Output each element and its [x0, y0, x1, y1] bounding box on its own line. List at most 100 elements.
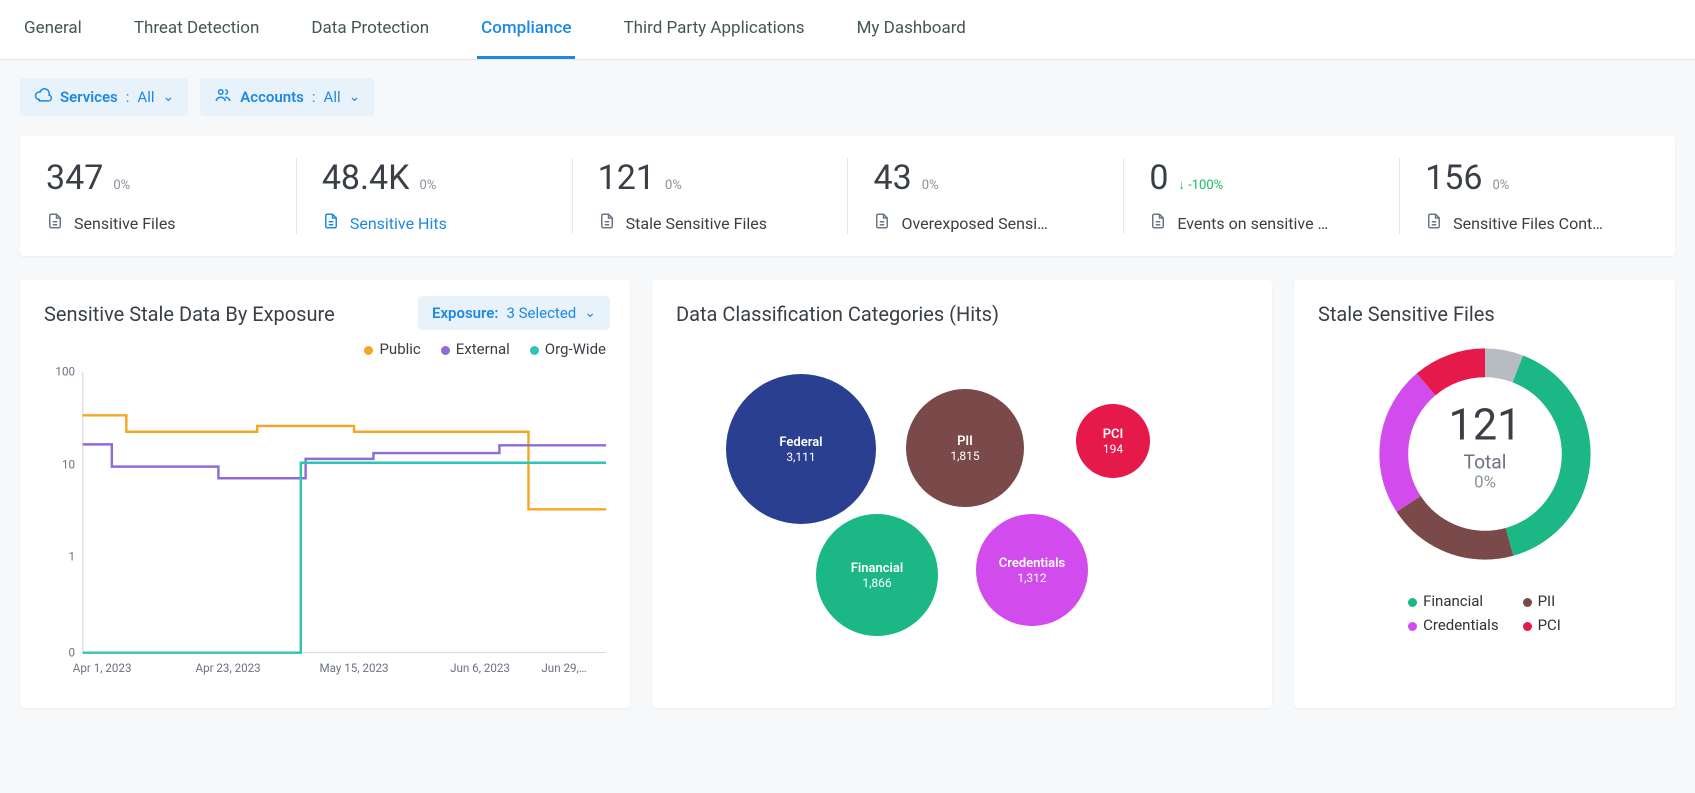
file-icon	[598, 212, 616, 234]
svg-text:10: 10	[62, 458, 75, 472]
selector-value: 3 Selected	[506, 304, 576, 322]
legend-item[interactable]: External	[441, 340, 510, 358]
bubble-name: PCI	[1103, 427, 1124, 442]
kpi-value: 156	[1425, 158, 1482, 198]
bubble-name: PII	[957, 434, 973, 449]
kpi-value: 43	[873, 158, 911, 198]
top-tabs: General Threat Detection Data Protection Co…	[0, 0, 1695, 60]
kpi-label: Sensitive Files	[74, 214, 176, 233]
file-icon	[1149, 212, 1167, 234]
filter-value: All	[137, 88, 154, 106]
bubble-value: 1,312	[1017, 571, 1046, 585]
bubble-name: Credentials	[999, 556, 1065, 571]
kpi-delta: 0%	[1492, 178, 1509, 193]
svg-text:1: 1	[68, 550, 75, 564]
donut-chart[interactable]: 121 Total 0%	[1365, 334, 1605, 574]
svg-text:0: 0	[68, 646, 75, 660]
users-icon	[214, 86, 232, 108]
kpi-label: Stale Sensitive Files	[626, 214, 767, 233]
kpi-delta: 0%	[113, 178, 130, 193]
svg-text:Jun 6, 2023: Jun 6, 2023	[450, 661, 510, 675]
file-icon	[873, 212, 891, 234]
bubble-value: 3,111	[786, 450, 815, 464]
svg-text:100: 100	[55, 365, 75, 379]
kpi-delta: ↓ -100%	[1178, 177, 1223, 193]
line-chart[interactable]: 100 10 1 0 Apr 1, 2023 Apr 23, 2023 May 15…	[44, 362, 606, 682]
filter-label: Accounts	[240, 88, 304, 106]
kpi-card[interactable]: 43 0% Overexposed Sensi…	[847, 136, 1123, 256]
bubble-name: Federal	[779, 435, 822, 450]
bubble-value: 1,866	[862, 576, 891, 590]
kpi-delta: 0%	[665, 178, 682, 193]
card-title: Stale Sensitive Files	[1318, 302, 1651, 326]
legend-dot-icon	[530, 346, 539, 355]
file-icon	[46, 212, 64, 234]
tab-compliance[interactable]: Compliance	[477, 0, 575, 59]
tab-my-dashboard[interactable]: My Dashboard	[853, 0, 970, 59]
kpi-value: 347	[46, 158, 103, 198]
kpi-card[interactable]: 121 0% Stale Sensitive Files	[572, 136, 848, 256]
kpi-delta: 0%	[922, 178, 939, 193]
bubble-pci[interactable]: PCI194	[1076, 404, 1150, 478]
selector-label: Exposure:	[432, 304, 498, 322]
bubble-credentials[interactable]: Credentials1,312	[976, 514, 1088, 626]
cloud-icon	[34, 86, 52, 108]
kpi-card[interactable]: 156 0% Sensitive Files Cont…	[1399, 136, 1675, 256]
donut-label: Total	[1413, 452, 1557, 474]
exposure-selector[interactable]: Exposure: 3 Selected ⌄	[418, 296, 610, 330]
card-title: Data Classification Categories (Hits)	[676, 302, 1248, 326]
legend-dot-icon	[1408, 622, 1417, 631]
services-filter[interactable]: Services: All ⌄	[20, 78, 188, 116]
kpi-label: Sensitive Hits	[350, 214, 447, 233]
kpi-card[interactable]: 0 ↓ -100% Events on sensitive …	[1123, 136, 1399, 256]
bubble-value: 194	[1103, 442, 1123, 456]
donut-card: Stale Sensitive Files 121 Total 0%	[1294, 280, 1675, 708]
kpi-value: 121	[598, 158, 655, 198]
file-icon	[322, 212, 340, 234]
legend-item[interactable]: Public	[364, 340, 420, 358]
svg-text:Apr 1, 2023: Apr 1, 2023	[73, 661, 132, 675]
bubble-name: Financial	[851, 561, 904, 576]
accounts-filter[interactable]: Accounts: All ⌄	[200, 78, 374, 116]
filter-bar: Services: All ⌄ Accounts: All ⌄	[0, 60, 1695, 124]
filter-value: All	[324, 88, 341, 106]
legend-dot-icon	[1523, 598, 1532, 607]
legend-item[interactable]: Credentials	[1408, 616, 1498, 634]
tab-third-party-applications[interactable]: Third Party Applications	[619, 0, 808, 59]
chart-legend: Public External Org-Wide	[44, 340, 606, 358]
kpi-value: 0	[1149, 158, 1168, 198]
svg-text:Apr 23, 2023: Apr 23, 2023	[195, 661, 260, 675]
donut-value: 121	[1413, 401, 1557, 451]
kpi-row: 3470%Sensitive Files48.4K0%Sensitive Hit…	[20, 136, 1675, 256]
legend-item[interactable]: Financial	[1408, 592, 1498, 610]
kpi-label: Events on sensitive …	[1177, 214, 1328, 233]
kpi-value: 48.4K	[322, 158, 410, 198]
kpi-card[interactable]: 48.4K0%Sensitive Hits	[296, 136, 572, 256]
bubble-federal[interactable]: Federal3,111	[726, 374, 876, 524]
bubble-card: Data Classification Categories (Hits) Fe…	[652, 280, 1272, 708]
donut-pct: 0%	[1413, 473, 1557, 492]
kpi-label: Overexposed Sensi…	[901, 214, 1047, 233]
bubble-chart[interactable]: Federal3,111 PII1,815 PCI194 Financial1,866…	[676, 334, 1248, 654]
legend-item[interactable]: PII	[1523, 592, 1561, 610]
svg-text:May 15, 2023: May 15, 2023	[320, 661, 389, 675]
filter-label: Services	[60, 88, 118, 106]
bubble-financial[interactable]: Financial1,866	[816, 514, 938, 636]
chevron-down-icon: ⌄	[349, 89, 361, 105]
bubble-value: 1,815	[950, 449, 979, 463]
tab-general[interactable]: General	[20, 0, 86, 59]
kpi-label: Sensitive Files Cont…	[1453, 214, 1603, 233]
legend-dot-icon	[441, 346, 450, 355]
tab-threat-detection[interactable]: Threat Detection	[130, 0, 264, 59]
legend-item[interactable]: PCI	[1523, 616, 1561, 634]
legend-dot-icon	[1523, 622, 1532, 631]
kpi-card[interactable]: 347 0% Sensitive Files	[20, 136, 296, 256]
legend-item[interactable]: Org-Wide	[530, 340, 606, 358]
tab-data-protection[interactable]: Data Protection	[307, 0, 433, 59]
donut-legend: Financial PII Credentials PCI	[1408, 592, 1561, 634]
exposure-card: Sensitive Stale Data By Exposure Exposur…	[20, 280, 630, 708]
bubble-pii[interactable]: PII1,815	[906, 389, 1024, 507]
legend-dot-icon	[1408, 598, 1417, 607]
chevron-down-icon: ⌄	[163, 89, 175, 105]
svg-text:Jun 29,…: Jun 29,…	[541, 661, 586, 675]
